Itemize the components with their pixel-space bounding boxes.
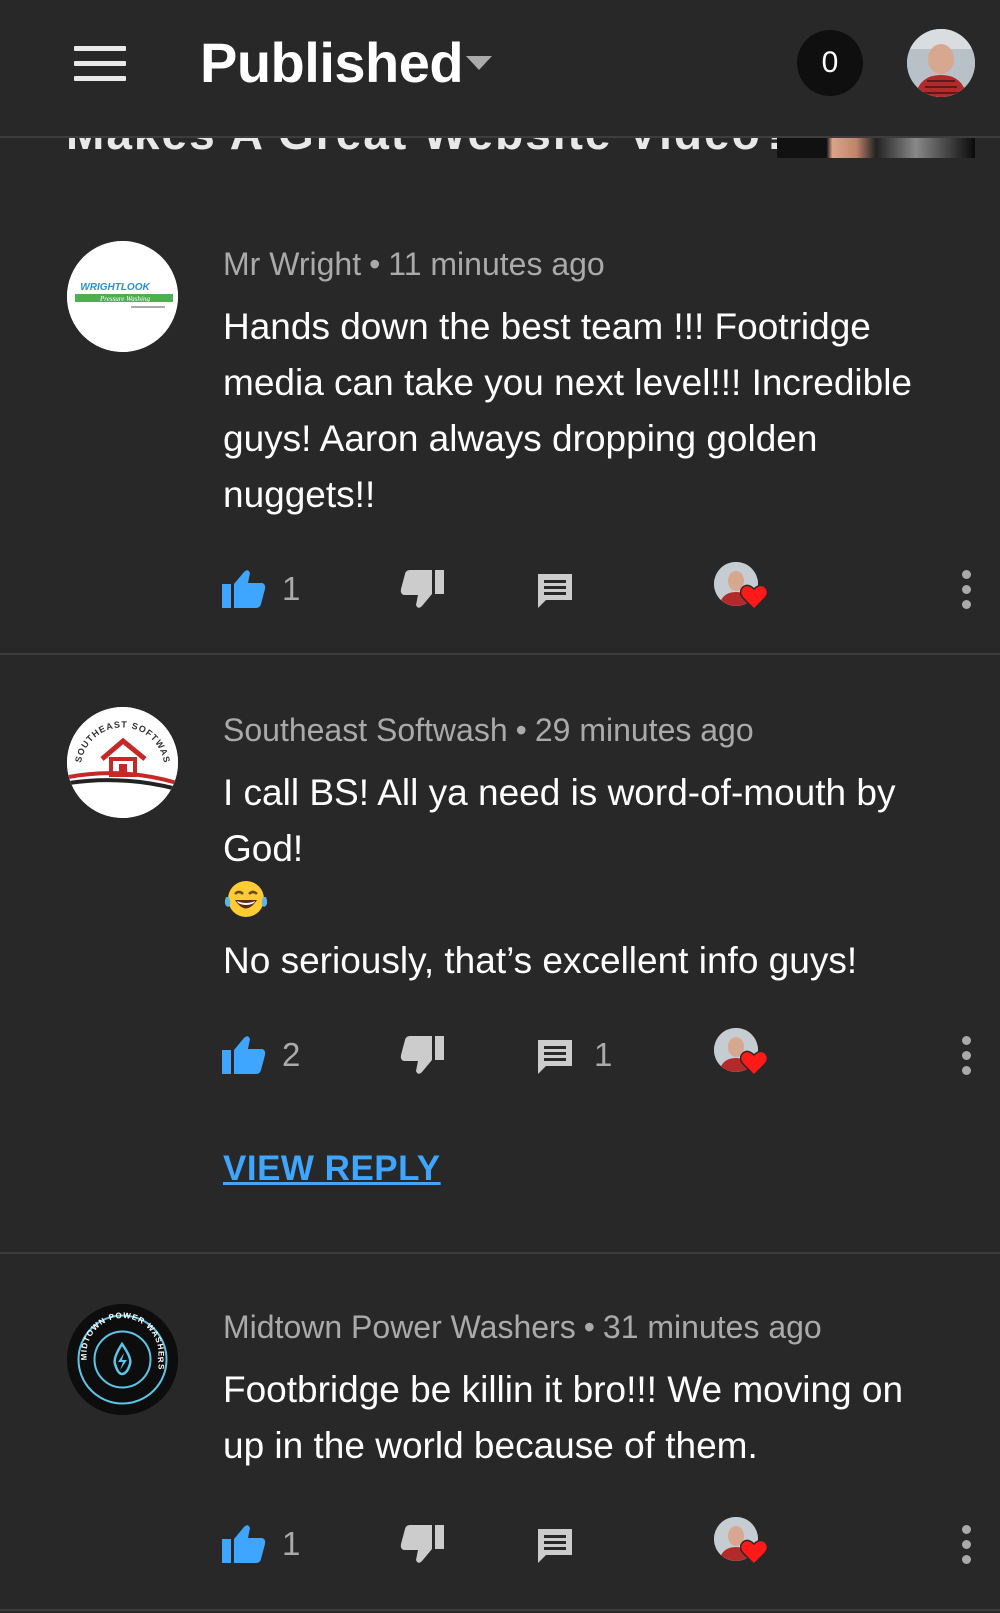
heart-icon <box>739 1050 769 1081</box>
like-count: 2 <box>282 1036 301 1073</box>
comment-actions: 1 <box>0 1515 1000 1575</box>
thumbs-down-icon[interactable] <box>400 570 444 615</box>
more-vert-icon[interactable] <box>962 570 972 615</box>
comment-item: WRIGHTLOOK Pressure Washing Mr Wright • 11… <box>0 158 1000 655</box>
more-vert-icon[interactable] <box>962 1525 972 1570</box>
commenter-avatar[interactable]: WRIGHTLOOK Pressure Washing <box>67 241 178 352</box>
page-title[interactable]: Published <box>200 30 464 95</box>
comment-item: SOUTHEAST SOFTWASH Southeast Softwash•29… <box>0 655 1000 1254</box>
comment-emoji <box>223 877 953 933</box>
reply-icon[interactable] <box>536 1527 574 1570</box>
top-app-bar: Published 0 <box>0 0 1000 138</box>
comment-meta: Midtown Power Washers • 31 minutes ago <box>223 1309 822 1345</box>
comment-author[interactable]: Midtown Power Washers <box>223 1309 576 1345</box>
video-header-peek: Makes A Great Website Video? <box>0 136 1000 158</box>
comment-author[interactable]: Mr Wright <box>223 246 361 282</box>
account-avatar[interactable] <box>907 29 975 97</box>
laughing-emoji-icon <box>223 879 269 935</box>
more-vert-icon[interactable] <box>962 1036 972 1081</box>
dropdown-icon[interactable] <box>466 56 492 70</box>
reply-icon[interactable] <box>536 1038 574 1081</box>
like-count: 1 <box>282 1525 301 1562</box>
comment-meta: Southeast Softwash • 29 minutes ago <box>223 712 754 748</box>
creator-heart <box>714 1517 769 1566</box>
thumbs-up-icon[interactable] <box>222 1034 266 1079</box>
comment-time: 29 minutes ago <box>534 712 754 748</box>
menu-icon[interactable] <box>74 46 126 81</box>
comment-text: Footbridge be killin it bro!!! We moving… <box>223 1369 904 1466</box>
reply-icon[interactable] <box>536 572 574 615</box>
thumbs-up-icon[interactable] <box>222 568 266 613</box>
comment-time: 11 minutes ago <box>388 246 605 282</box>
thumbs-down-icon[interactable] <box>400 1525 444 1570</box>
creator-heart <box>714 1028 769 1077</box>
heart-icon <box>739 584 769 615</box>
reply-count: 1 <box>594 1036 613 1073</box>
comment-actions: 1 <box>0 560 1000 620</box>
creator-heart <box>714 562 769 611</box>
view-reply-link[interactable]: VIEW REPLY <box>223 1149 441 1189</box>
video-title-fragment: Makes A Great Website Video? <box>66 136 792 158</box>
notification-badge[interactable]: 0 <box>797 30 863 96</box>
comment-meta: Mr Wright • 11 minutes ago <box>223 246 605 282</box>
comment-author[interactable]: Southeast Softwash <box>223 712 508 748</box>
comment-text: I call BS! All ya need is word-of-mouth … <box>223 765 953 989</box>
comment-text: Hands down the best team !!! Footridge m… <box>223 306 912 515</box>
thumbs-down-icon[interactable] <box>400 1036 444 1081</box>
video-thumbnail[interactable] <box>777 136 975 158</box>
comment-time: 31 minutes ago <box>602 1309 822 1345</box>
commenter-avatar[interactable]: MIDTOWN POWER WASHERS <box>67 1304 178 1415</box>
comment-item: MIDTOWN POWER WASHERS Midtown Power Wash… <box>0 1254 1000 1611</box>
comment-text-line: No seriously, that’s excellent info guys… <box>223 940 858 981</box>
comment-actions: 2 1 <box>0 1026 1000 1086</box>
heart-icon <box>739 1539 769 1570</box>
logo-text-top: WRIGHTLOOK <box>80 282 150 293</box>
commenter-avatar[interactable]: SOUTHEAST SOFTWASH <box>67 707 178 818</box>
thumbs-up-icon[interactable] <box>222 1523 266 1568</box>
like-count: 1 <box>282 570 301 607</box>
logo-text-bottom: Pressure Washing <box>99 295 150 303</box>
comment-text-line: I call BS! All ya need is word-of-mouth … <box>223 772 896 869</box>
